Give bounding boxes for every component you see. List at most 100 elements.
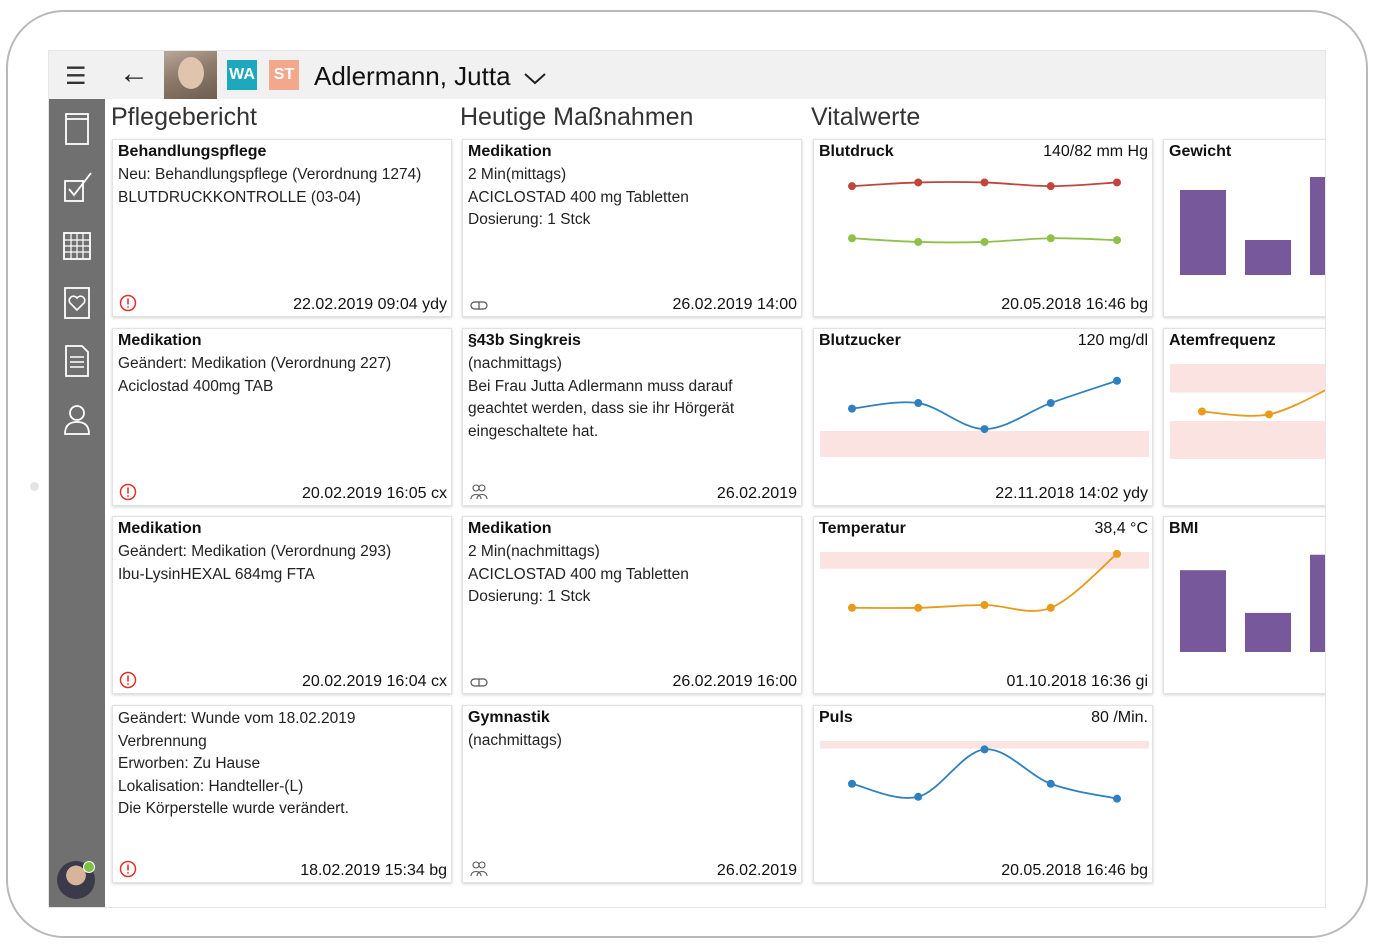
card-timestamp: 18.02.2019 15:34 bg — [300, 862, 447, 879]
bar — [1245, 240, 1291, 275]
data-point — [848, 404, 856, 413]
card-line: 2 Min(nachmittags) — [468, 543, 600, 560]
data-point — [1113, 549, 1121, 558]
card-title: Behandlungspflege — [118, 143, 267, 160]
sidebar — [49, 99, 105, 907]
card-line: Geändert: Medikation (Verordnung 227) — [118, 355, 392, 372]
card-line: Die Körperstelle wurde verändert. — [118, 800, 349, 817]
card-line: Ibu-LysinHEXAL 684mg FTA — [118, 565, 315, 583]
vital-card[interactable]: Blutzucker 120 mg/dl 22.11.2018 14:02 ydy — [813, 328, 1153, 506]
measures-card[interactable]: Medikation 2 Min(mittags) ACICLOSTAD 400 m… — [462, 139, 802, 317]
heart-document-icon[interactable] — [61, 285, 93, 321]
data-point — [914, 178, 923, 187]
vital-card[interactable]: Temperatur 38,4 °C 01.10.2018 16:36 gi — [813, 516, 1153, 694]
card-line: geachtet werden, dass sie ihr Hörgerät — [468, 400, 735, 417]
pill-icon — [470, 301, 488, 310]
bar — [1245, 612, 1291, 652]
exclamation-circle-icon — [119, 671, 137, 689]
card-timestamp: 26.02.2019 — [716, 485, 797, 502]
card-line: Dosierung: 1 Stck — [468, 211, 591, 228]
checklist-icon[interactable] — [61, 169, 93, 205]
series-line — [851, 748, 1118, 800]
card-line: BLUTDRUCKKONTROLLE (03-04) — [118, 188, 361, 206]
card-title: Gymnastik — [468, 709, 550, 726]
patient-name-selector[interactable]: Adlermann, Jutta — [314, 61, 548, 92]
patient-photo — [164, 51, 217, 99]
report-card[interactable]: Medikation Geändert: Medikation (Verordnu… — [112, 328, 452, 506]
exclamation-circle-icon — [119, 483, 137, 501]
card-line: (nachmittags) — [468, 732, 562, 749]
report-card[interactable]: Medikation Geändert: Medikation (Verordnu… — [112, 516, 452, 694]
user-avatar[interactable] — [57, 861, 95, 899]
person-icon[interactable] — [61, 401, 93, 437]
online-status-dot — [83, 861, 95, 873]
card-timestamp: 26.02.2019 16:00 — [672, 673, 797, 690]
vital-card-side[interactable]: Atemfrequenz — [1163, 328, 1325, 506]
vital-card[interactable]: Puls 80 /Min. 20.05.2018 16:46 bg — [813, 705, 1153, 883]
bar — [1310, 554, 1325, 652]
vital-title: BMI — [1169, 520, 1199, 537]
data-point — [914, 792, 923, 801]
card-title: §43b Singkreis — [468, 332, 581, 349]
data-point — [914, 399, 923, 408]
card-line: Dosierung: 1 Stck — [468, 588, 591, 605]
card-lines: Geändert: Wunde vom 18.02.2019 Verbrennun… — [118, 708, 356, 821]
data-point — [980, 237, 989, 246]
group-icon — [470, 484, 488, 500]
calendar-icon[interactable] — [61, 227, 93, 263]
document-icon[interactable] — [61, 343, 93, 379]
vital-card[interactable]: Blutdruck 140/82 mm Hg 20.05.2018 16:46 bg — [813, 139, 1153, 317]
data-point — [848, 603, 856, 612]
arrow-left-icon[interactable]: ← — [119, 57, 149, 91]
card-timestamp: 20.02.2019 16:05 cx — [301, 485, 447, 502]
measures-card[interactable]: §43b Singkreis (nachmittags) Bei Frau Jutt… — [462, 328, 802, 506]
book-icon[interactable] — [61, 111, 93, 147]
card-line: Verbrennung — [118, 732, 207, 750]
card-lines: (nachmittags) Bei Frau Jutta Adlermann mu… — [468, 353, 734, 443]
report-card[interactable]: Geändert: Wunde vom 18.02.2019 Verbrennun… — [112, 705, 452, 883]
hamburger-menu-icon[interactable]: ☰ — [65, 62, 87, 91]
card-line: eingeschaltete hat. — [468, 422, 599, 440]
card-timestamp: 22.02.2019 09:04 ydy — [293, 296, 447, 313]
vital-chart — [1170, 364, 1325, 459]
data-point — [914, 237, 923, 246]
column-header-vitalwerte: Vitalwerte — [811, 103, 921, 131]
measures-card[interactable]: Gymnastik (nachmittags) 26.02.2019 — [462, 705, 802, 883]
vital-chart — [820, 741, 1149, 803]
card-line: (nachmittags) — [468, 355, 562, 372]
normal-range-band — [1170, 421, 1325, 459]
bar — [1180, 570, 1226, 652]
card-title: Medikation — [468, 520, 552, 537]
vital-chart — [1180, 177, 1325, 275]
vital-card-side[interactable]: BMI — [1163, 516, 1325, 694]
vital-title: Puls — [819, 709, 853, 726]
chevron-down-icon — [524, 73, 546, 85]
vital-value: 80 /Min. — [1091, 709, 1148, 726]
vital-value: 38,4 °C — [1094, 520, 1148, 537]
pill-icon — [470, 678, 488, 687]
measures-card[interactable]: Medikation 2 Min(nachmittags) ACICLOSTAD 4… — [462, 516, 802, 694]
vital-timestamp: 20.05.2018 16:46 bg — [1001, 296, 1148, 313]
card-lines: 2 Min(nachmittags) ACICLOSTAD 400 mg Tabl… — [468, 541, 689, 609]
vital-value: 140/82 mm Hg — [1043, 143, 1148, 160]
data-point — [1198, 407, 1206, 416]
card-line: ACICLOSTAD 400 mg Tabletten — [468, 565, 689, 583]
tag-wa: WA — [227, 60, 257, 90]
report-card[interactable]: Behandlungspflege Neu: Behandlungspflege … — [112, 139, 452, 317]
card-line: Bei Frau Jutta Adlermann muss darauf — [468, 377, 733, 395]
card-line: Aciclostad 400mg TAB — [118, 377, 274, 395]
vital-chart — [820, 376, 1149, 457]
vital-title: Temperatur — [819, 520, 906, 537]
data-point — [1046, 234, 1055, 243]
vital-timestamp: 20.05.2018 16:46 bg — [1001, 862, 1148, 879]
card-title: Medikation — [118, 520, 202, 537]
exclamation-circle-icon — [119, 860, 137, 878]
card-line: ACICLOSTAD 400 mg Tabletten — [468, 188, 689, 206]
bar — [1310, 177, 1325, 275]
card-line: Lokalisation: Handteller-(L) — [118, 777, 304, 795]
card-line: Neu: Behandlungspflege (Verordnung 1274) — [118, 166, 422, 183]
vital-timestamp: 01.10.2018 16:36 gi — [1006, 673, 1148, 690]
data-point — [980, 745, 989, 754]
card-lines: (nachmittags) — [468, 730, 562, 753]
vital-card-side[interactable]: Gewicht — [1163, 139, 1325, 317]
